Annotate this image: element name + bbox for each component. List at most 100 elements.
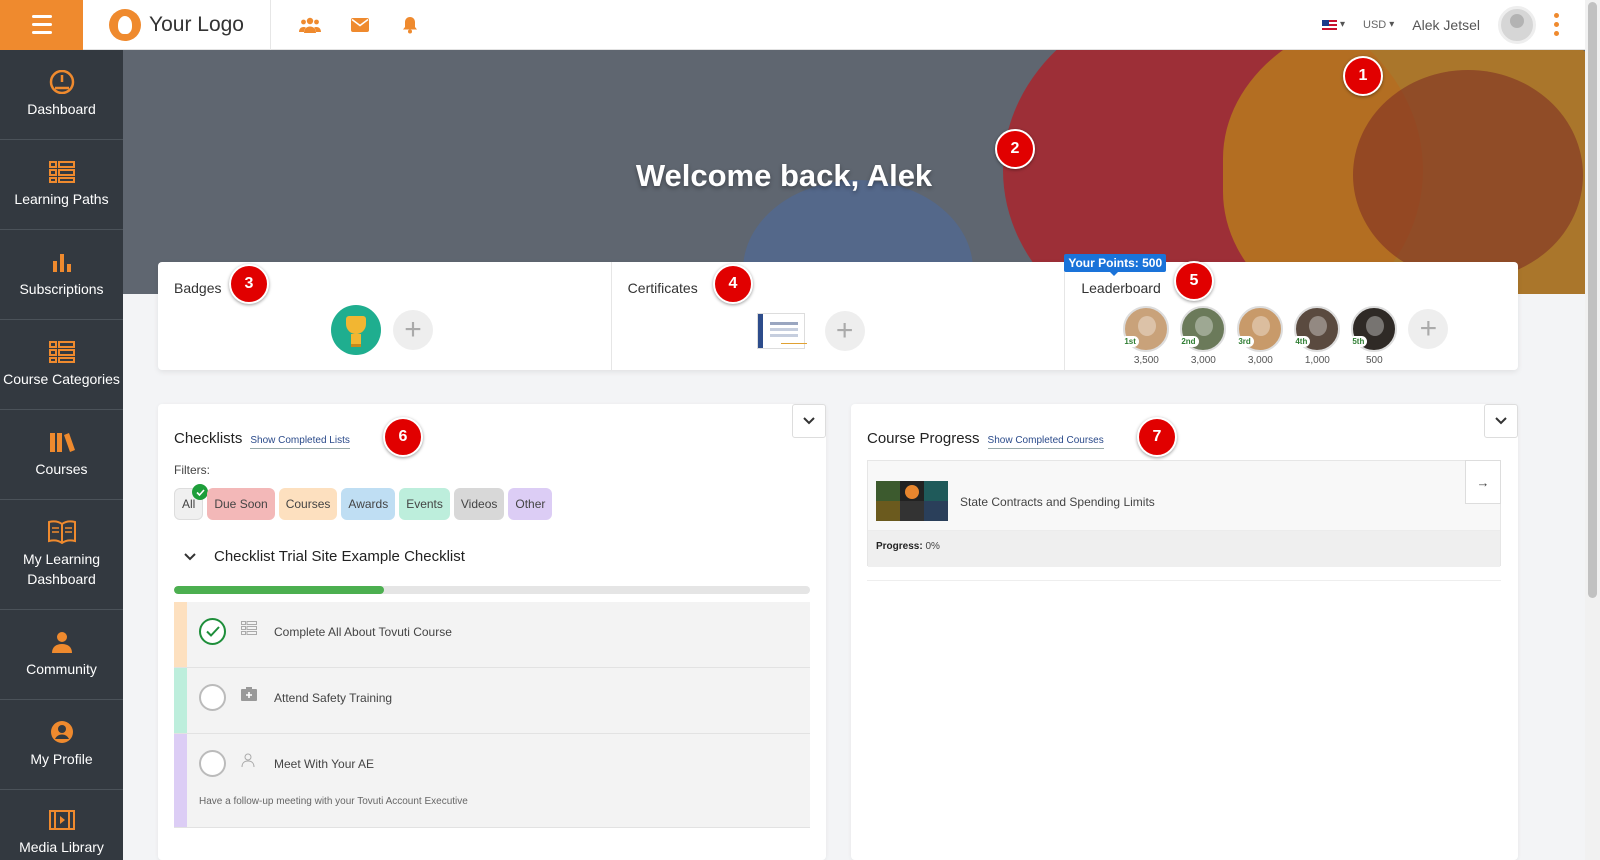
sidebar-item-label: Courses [35,460,88,477]
certificate-thumbnail[interactable] [756,313,805,349]
checklist-task[interactable]: Complete All About Tovuti Course [174,602,810,668]
leader-rank: 4th [1292,336,1311,347]
annotation-marker-1: 1 [1343,56,1383,96]
course-card[interactable]: State Contracts and Spending Limits → Pr… [867,460,1501,567]
more-options-icon[interactable] [1554,13,1559,36]
sidebar-item-subscriptions[interactable]: Subscriptions [0,230,123,320]
task-category-bar [174,602,187,667]
task-checkbox[interactable] [199,684,226,711]
film-icon [48,808,75,832]
filter-chip-label: Events [406,497,443,511]
open-book-icon [47,520,76,544]
person-icon [241,753,255,772]
chevron-down-icon [184,552,196,560]
course-progress-text: Progress: 0% [868,531,1500,567]
collapse-course-progress-button[interactable] [1484,404,1518,438]
sidebar-item-learning-paths[interactable]: Learning Paths [0,140,123,230]
filter-chip-courses[interactable]: Courses [278,488,338,520]
sidebar-item-my-profile[interactable]: My Profile [0,700,123,790]
user-name[interactable]: Alek Jetsel [1412,17,1480,33]
task-title: Meet With Your AE [274,757,375,771]
chevron-down-icon [803,417,815,425]
hamburger-menu-button[interactable] [0,0,83,50]
language-selector[interactable]: ▾ [1322,19,1345,30]
add-leaderboard-button[interactable]: + [1408,309,1449,349]
leaderboard-entry[interactable]: 4th 1,000 [1292,306,1341,366]
trophy-badge-icon[interactable] [331,305,381,355]
filter-chip-all[interactable]: All [174,484,209,520]
badges-title: Badges [174,280,222,296]
sidebar-item-course-categories[interactable]: Course Categories [0,320,123,410]
task-checkbox[interactable] [199,618,226,645]
filter-chip-label: Other [515,497,546,511]
checklist-header[interactable]: Checklist Trial Site Example Checklist [184,548,465,565]
filter-chip-other[interactable]: Other [508,488,553,520]
sidebar-item-label: My Profile [30,750,93,767]
filter-chip-label: Videos [460,497,498,511]
check-icon [205,626,220,637]
annotation-marker-7: 7 [1137,417,1177,457]
checklist-task[interactable]: Attend Safety Training [174,668,810,734]
leaderboard-entry[interactable]: 5th 500 [1349,306,1398,366]
checklist-task[interactable]: Meet With Your AE Have a follow-up meetin… [174,734,810,828]
leader-points: 1,000 [1304,355,1330,366]
annotation-marker-4: 4 [713,264,753,304]
sidebar-item-my-learning-dashboard[interactable]: My Learning Dashboard [0,500,123,610]
sidebar-item-media-library[interactable]: Media Library [0,790,123,860]
scrollbar-thumb[interactable] [1588,2,1597,598]
filter-chip-label: Courses [285,497,331,511]
sidebar-item-courses[interactable]: Courses [0,410,123,500]
annotation-marker-5: 5 [1174,261,1214,301]
dashboard-gauge-icon [49,69,75,94]
filter-chip-due-soon[interactable]: Due Soon [207,488,275,520]
leaderboard-entry[interactable]: 3rd 3,000 [1235,306,1284,366]
filter-chip-events[interactable]: Events [399,488,450,520]
sidebar-item-label: Dashboard [27,100,96,117]
task-checkbox[interactable] [199,750,226,777]
task-category-bar [174,734,187,827]
page-scrollbar[interactable] [1585,0,1600,860]
filter-chip-awards[interactable]: Awards [341,488,396,520]
leader-rank: 2nd [1178,336,1199,347]
list-grid-icon [48,160,75,184]
add-badge-button[interactable]: + [393,310,433,350]
currency-selector[interactable]: USD ▾ [1363,19,1394,31]
add-certificate-button[interactable]: + [824,311,865,351]
bell-icon[interactable] [399,14,421,36]
logo-icon [109,8,141,41]
divider [867,580,1501,581]
user-group-icon [48,630,76,654]
sidebar-item-label: Community [26,660,97,677]
checklist-name: Checklist Trial Site Example Checklist [214,548,465,565]
leader-rank: 5th [1349,336,1368,347]
logo[interactable]: Your Logo [83,0,271,50]
chevron-down-icon: ▾ [1389,19,1395,30]
groups-icon[interactable] [298,14,321,36]
filter-chip-videos[interactable]: Videos [453,488,505,520]
filter-chips: All Due Soon Courses Awards Events Videos Othe… [174,484,553,520]
menu-icon-line [31,15,52,18]
task-title: Complete All About Tovuti Course [274,625,452,639]
chevron-down-icon: ▾ [1340,19,1346,30]
show-completed-courses-link[interactable]: Show Completed Courses [987,435,1104,449]
checklist-progress-bar [174,586,810,594]
sidebar-item-label: Course Categories [3,370,120,387]
currency-label: USD [1363,18,1387,31]
course-progress-title: Course Progress [867,430,980,447]
user-circle-icon [50,720,74,744]
sidebar-item-dashboard[interactable]: Dashboard [0,50,123,140]
leaderboard-entry[interactable]: 1st 3,500 [1121,306,1170,366]
leader-points: 3,500 [1133,355,1159,366]
mail-icon[interactable] [349,14,371,36]
badges-section: Badges + [158,262,612,370]
collapse-checklists-button[interactable] [792,404,826,438]
leaderboard-list: 1st 3,500 2nd 3,000 3rd 3,000 4th 1,000 5th 500 + [1121,306,1449,366]
certificates-section: Certificates + [612,262,1066,370]
avatar[interactable] [1498,5,1536,44]
arrow-right-icon[interactable]: → [1465,460,1501,504]
chevron-down-icon [1495,417,1507,425]
menu-icon-line [31,23,52,26]
sidebar-item-community[interactable]: Community [0,610,123,700]
leaderboard-entry[interactable]: 2nd 3,000 [1178,306,1227,366]
show-completed-lists-link[interactable]: Show Completed Lists [250,435,350,449]
